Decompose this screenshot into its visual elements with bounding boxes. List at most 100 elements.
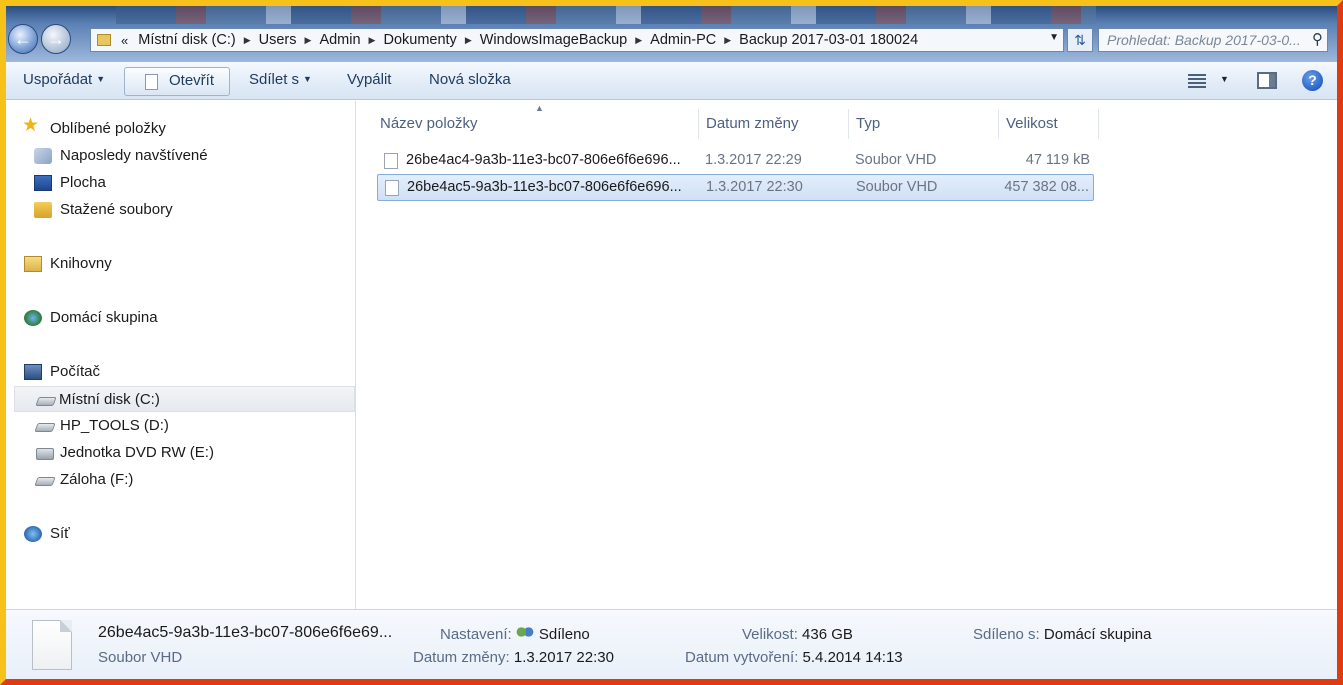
burn-label: Vypálit xyxy=(347,71,392,88)
hard-drive-icon xyxy=(34,477,56,486)
file-icon xyxy=(385,180,399,196)
breadcrumb-arrow-icon[interactable]: ▶ xyxy=(465,35,480,46)
address-dropdown-icon[interactable]: ▼ xyxy=(1049,32,1059,43)
details-value[interactable]: 5.4.2014 14:13 xyxy=(803,649,903,666)
nav-item-homegroup[interactable]: Domácí skupina xyxy=(20,305,350,331)
folder-icon xyxy=(97,34,111,46)
nav-label: Počítač xyxy=(50,363,101,380)
details-value[interactable]: Domácí skupina xyxy=(1044,626,1152,643)
nav-item-recent[interactable]: Naposledy navštívené xyxy=(30,143,350,169)
new-folder-label: Nová složka xyxy=(429,71,511,88)
search-icon[interactable]: ⚲ xyxy=(1312,29,1323,51)
nav-item-drive-c[interactable]: Místní disk (C:) xyxy=(14,386,355,412)
back-arrow-icon: ← xyxy=(14,29,32,49)
breadcrumb-users[interactable]: Users xyxy=(259,32,305,48)
breadcrumb-arrow-icon[interactable]: ▶ xyxy=(244,35,259,46)
nav-label: Knihovny xyxy=(50,255,112,272)
file-name: 26be4ac4-9a3b-11e3-bc07-806e6f6e696... xyxy=(406,152,681,168)
shared-users-icon xyxy=(515,626,534,641)
column-divider[interactable] xyxy=(848,109,849,139)
nav-item-favorites[interactable]: ★ Oblíbené položky xyxy=(20,116,350,142)
hard-drive-icon xyxy=(34,423,56,432)
breadcrumb-overflow[interactable]: « xyxy=(119,33,138,48)
nav-item-desktop[interactable]: Plocha xyxy=(30,170,350,196)
share-with-button[interactable]: Sdílet s ▼ xyxy=(249,71,312,88)
breadcrumb-windowsimagebackup[interactable]: WindowsImageBackup xyxy=(480,32,636,48)
chevron-down-icon: ▼ xyxy=(96,74,106,84)
forward-button[interactable]: → xyxy=(41,24,71,54)
homegroup-icon xyxy=(24,310,42,326)
details-size: Velikost: 436 GB xyxy=(742,626,853,643)
file-large-icon xyxy=(32,620,72,670)
nav-item-drive-e[interactable]: Jednotka DVD RW (E:) xyxy=(30,440,350,466)
taskbar-thumbnails xyxy=(116,6,1096,24)
desktop-icon xyxy=(34,175,52,191)
nav-item-downloads[interactable]: Stažené soubory xyxy=(30,197,350,223)
file-size: 47 119 kB xyxy=(1025,152,1090,168)
nav-item-drive-f[interactable]: Záloha (F:) xyxy=(30,467,350,493)
nav-label: Plocha xyxy=(60,174,106,191)
nav-label: Oblíbené položky xyxy=(50,120,166,137)
table-row-selected[interactable]: 26be4ac5-9a3b-11e3-bc07-806e6f6e696... 1… xyxy=(377,174,1094,201)
organize-button[interactable]: Uspořádat ▼ xyxy=(23,71,105,88)
share-label: Sdílet s xyxy=(249,71,300,88)
preview-pane-icon[interactable] xyxy=(1257,72,1277,89)
new-folder-button[interactable]: Nová složka xyxy=(429,71,511,88)
details-modified: Datum změny: 1.3.2017 22:30 xyxy=(413,649,614,666)
details-pane: 26be4ac5-9a3b-11e3-bc07-806e6f6e69... So… xyxy=(6,609,1337,679)
column-divider[interactable] xyxy=(998,109,999,139)
address-field[interactable]: « Místní disk (C:) ▶ Users ▶ Admin ▶ Dok… xyxy=(90,28,1064,52)
nav-item-computer[interactable]: Počítač xyxy=(20,359,350,385)
details-value[interactable]: Sdíleno xyxy=(539,626,590,643)
breadcrumb-arrow-icon[interactable]: ▶ xyxy=(305,35,320,46)
refresh-button[interactable]: ⇅ xyxy=(1067,28,1093,52)
help-icon[interactable]: ? xyxy=(1302,70,1323,91)
breadcrumb-c-drive[interactable]: Místní disk (C:) xyxy=(138,32,243,48)
details-label: Datum změny: xyxy=(413,649,510,666)
breadcrumb-backup[interactable]: Backup 2017-03-01 180024 xyxy=(739,32,926,48)
burn-button[interactable]: Vypálit xyxy=(347,71,391,88)
details-label: Sdíleno s: xyxy=(973,626,1040,643)
chevron-down-icon: ▼ xyxy=(303,74,312,84)
file-icon xyxy=(384,153,398,169)
column-divider[interactable] xyxy=(1098,109,1099,139)
open-label: Otevřít xyxy=(169,72,215,89)
recent-places-icon xyxy=(34,148,52,164)
file-type: Soubor VHD xyxy=(856,179,938,195)
open-button[interactable]: Otevřít xyxy=(124,67,230,96)
details-value[interactable]: 1.3.2017 22:30 xyxy=(514,649,614,666)
nav-item-libraries[interactable]: Knihovny xyxy=(20,251,350,277)
search-input[interactable]: Prohledat: Backup 2017-03-0... ⚲ xyxy=(1098,28,1328,52)
column-header-type[interactable]: Typ xyxy=(856,109,880,139)
command-bar: Uspořádat ▼ Otevřít Sdílet s ▼ Vypálit Nov… xyxy=(6,62,1337,100)
view-options-icon[interactable] xyxy=(1188,74,1206,88)
breadcrumb-arrow-icon[interactable]: ▶ xyxy=(635,35,650,46)
column-header-name[interactable]: Název položky xyxy=(380,109,478,139)
hard-drive-icon xyxy=(35,397,57,406)
file-name: 26be4ac5-9a3b-11e3-bc07-806e6f6e696... xyxy=(407,179,682,195)
nav-item-network[interactable]: Síť xyxy=(20,521,350,547)
nav-label: Stažené soubory xyxy=(60,201,173,218)
breadcrumb-admin-pc[interactable]: Admin-PC xyxy=(650,32,724,48)
back-button[interactable]: ← xyxy=(8,24,38,54)
libraries-icon xyxy=(24,256,42,272)
nav-label: Síť xyxy=(50,525,70,542)
breadcrumb-arrow-icon[interactable]: ▶ xyxy=(724,35,739,46)
column-header-size[interactable]: Velikost xyxy=(1006,109,1058,139)
breadcrumb-documents[interactable]: Dokumenty xyxy=(383,32,464,48)
nav-label: Záloha (F:) xyxy=(60,471,134,488)
breadcrumb-admin[interactable]: Admin xyxy=(319,32,368,48)
column-divider[interactable] xyxy=(698,109,699,139)
column-header-date[interactable]: Datum změny xyxy=(706,109,799,139)
breadcrumb-arrow-icon[interactable]: ▶ xyxy=(369,35,384,46)
network-icon xyxy=(24,526,42,542)
nav-item-drive-d[interactable]: HP_TOOLS (D:) xyxy=(30,413,350,439)
file-list: ▲ Název položky Datum změny Typ Velikost… xyxy=(357,101,1337,609)
table-row[interactable]: 26be4ac4-9a3b-11e3-bc07-806e6f6e696... 1… xyxy=(377,148,1094,175)
chevron-down-icon[interactable]: ▼ xyxy=(1220,74,1229,84)
nav-label: Jednotka DVD RW (E:) xyxy=(60,444,214,461)
file-type: Soubor VHD xyxy=(855,152,937,168)
sort-ascending-icon: ▲ xyxy=(535,103,544,113)
details-label: Datum vytvoření: xyxy=(685,649,799,666)
details-file-type: Soubor VHD xyxy=(98,649,183,666)
